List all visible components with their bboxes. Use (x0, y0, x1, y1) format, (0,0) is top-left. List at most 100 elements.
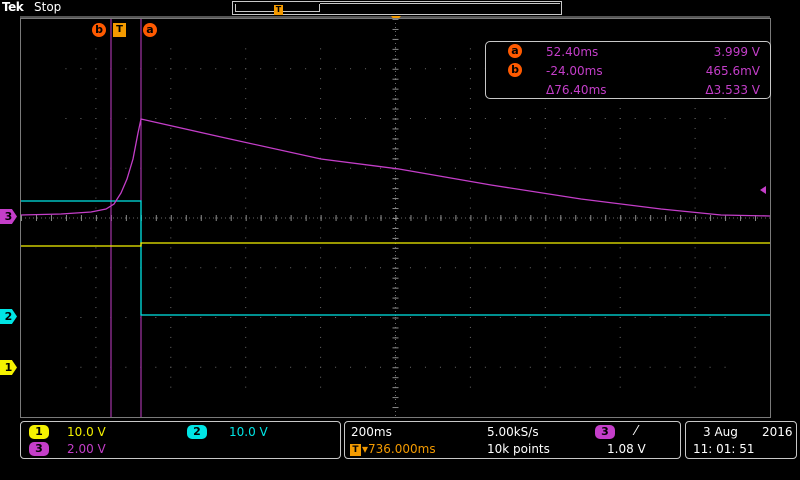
trigger-level[interactable]: 1.08 V (607, 442, 646, 456)
grid-dot (589, 167, 591, 169)
axis-tick (380, 215, 382, 221)
grid-dot (634, 267, 636, 269)
ch3-ground-marker[interactable]: 3 (0, 209, 17, 224)
grid-dot (724, 317, 726, 318)
grid-dot (65, 317, 67, 318)
grid-dot (619, 227, 621, 229)
trigger-source-tag[interactable]: 3 (595, 425, 615, 439)
grid-dot (499, 267, 501, 269)
grid-dot (170, 58, 172, 60)
grid-dot (694, 317, 696, 318)
grid-dot (469, 267, 471, 269)
axis-tick (560, 215, 562, 221)
axis-tick (485, 215, 487, 221)
axis-tick (392, 138, 399, 140)
horizontal-scale[interactable]: 200ms (351, 425, 392, 439)
grid-dot (245, 257, 247, 259)
grid-dot (619, 157, 621, 159)
grid-dot (170, 127, 172, 129)
grid-dot (544, 237, 546, 239)
ch2-tag[interactable]: 2 (187, 425, 207, 439)
grid-dot (409, 317, 411, 318)
grid-dot (290, 167, 292, 169)
cursor-b-marker[interactable]: b (92, 23, 106, 37)
grid-dot (245, 376, 247, 378)
grid-dot (544, 366, 546, 368)
grid-dot (290, 118, 292, 119)
axis-tick (392, 307, 399, 309)
grid-dot (320, 207, 322, 209)
grid-dot (320, 58, 322, 60)
grid-dot (185, 267, 187, 269)
grid-dot (380, 267, 382, 269)
grid-dot (694, 207, 696, 209)
grid-dot (245, 247, 247, 249)
grid-dot (529, 167, 531, 169)
grid-dot (424, 68, 426, 70)
grid-dot (95, 108, 97, 110)
bottom-status-bar: 1 10.0 V 2 10.0 V 3 2.00 V 200ms 5.00kS/… (0, 418, 800, 480)
grid-dot (245, 297, 247, 299)
grid-dot (365, 167, 367, 169)
grid-dot (649, 167, 651, 169)
grid-dot (499, 118, 501, 119)
grid-dot (544, 177, 546, 179)
grid-dot (245, 68, 247, 70)
grid-dot (469, 48, 471, 50)
grid-dot (260, 118, 262, 119)
trigger-time-marker: T (113, 23, 126, 37)
grid-dot (439, 267, 441, 269)
axis-tick (392, 19, 399, 20)
record-trigger-icon: T (274, 5, 283, 15)
grid-dot (559, 267, 561, 269)
grid-dot (694, 366, 696, 368)
brand-logo: Tek (2, 0, 24, 14)
grid-dot (170, 297, 172, 299)
ch1-ground-marker[interactable]: 1 (0, 360, 17, 375)
axis-tick (392, 377, 399, 379)
grid-dot (80, 68, 82, 70)
grid-dot (694, 326, 696, 328)
grid-dot (290, 317, 292, 318)
grid-dot (320, 326, 322, 328)
cursor-a-marker[interactable]: a (143, 23, 157, 37)
ch3-tag[interactable]: 3 (29, 442, 49, 456)
grid-dot (544, 346, 546, 348)
trigger-position[interactable]: ▾736.000ms (362, 442, 436, 456)
grid-dot (95, 68, 97, 70)
grid-dot (559, 366, 561, 368)
ch2-ground-marker[interactable]: 2 (0, 309, 17, 324)
grid-dot (409, 118, 411, 119)
grid-dot (155, 118, 157, 119)
axis-tick (392, 347, 399, 349)
grid-dot (514, 366, 516, 368)
grid-dot (469, 197, 471, 199)
axis-tick (125, 215, 127, 221)
grid-dot (424, 267, 426, 269)
grid-dot (185, 317, 187, 318)
grid-dot (679, 167, 681, 169)
axis-tick (392, 387, 399, 389)
grid-dot (619, 167, 621, 169)
grid-dot (320, 356, 322, 358)
grid-dot (559, 118, 561, 119)
grid-dot (95, 366, 97, 368)
grid-dot (559, 167, 561, 169)
grid-dot (320, 336, 322, 338)
axis-tick (392, 267, 399, 269)
grid-dot (95, 197, 97, 199)
grid-dot (245, 366, 247, 368)
grid-dot (230, 118, 232, 119)
grid-dot (365, 267, 367, 269)
grid-dot (95, 307, 97, 309)
grid-dot (245, 197, 247, 199)
grid-dot (350, 167, 352, 169)
cursor-b-row: b -24.00ms 465.6mV (486, 62, 770, 80)
grid-dot (65, 366, 67, 368)
ch1-tag[interactable]: 1 (29, 425, 49, 439)
grid-dot (694, 307, 696, 309)
axis-tick (620, 215, 622, 221)
grid-dot (409, 167, 411, 169)
grid-dot (724, 167, 726, 169)
grid-dot (290, 366, 292, 368)
